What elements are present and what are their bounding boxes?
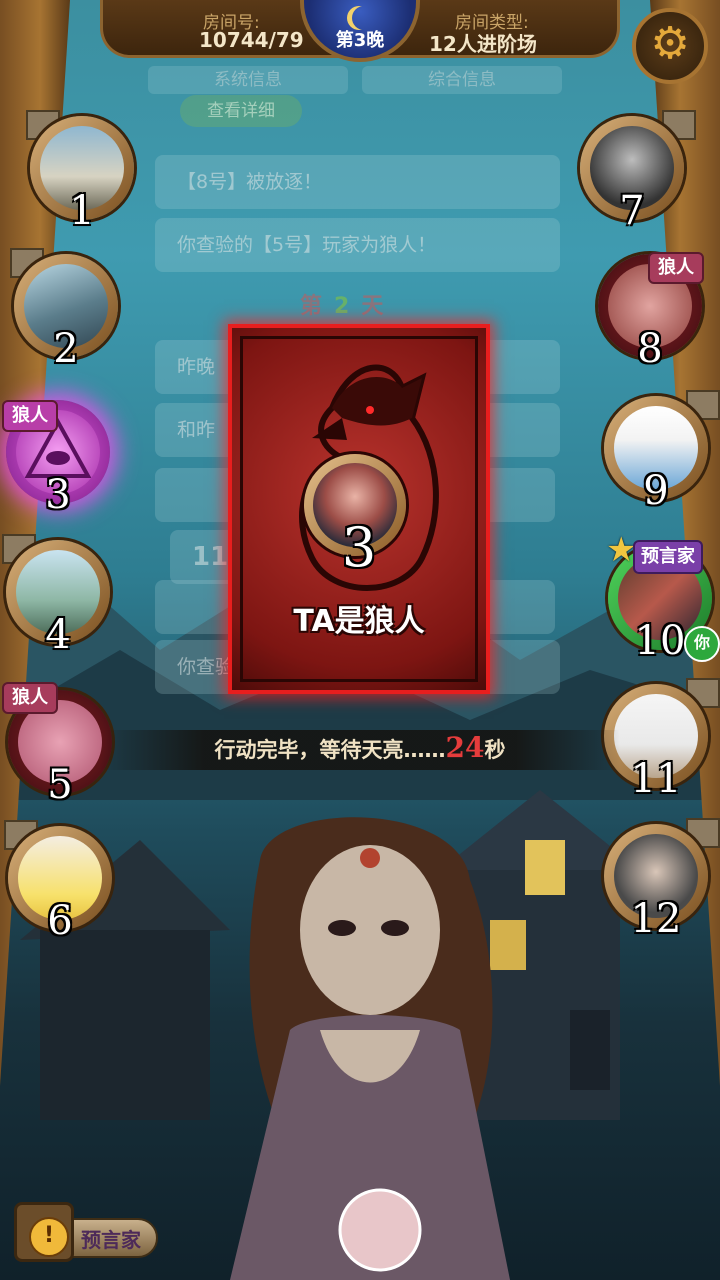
- seat-number: 3: [45, 472, 71, 518]
- my-role-button[interactable]: 预言家 !: [14, 1202, 158, 1264]
- room-id-value: 10744/79: [199, 28, 304, 52]
- player-seat-2[interactable]: 2: [10, 248, 118, 372]
- seat-number: 5: [47, 762, 73, 808]
- seer-tag: 预言家: [633, 540, 703, 574]
- player-seat-7[interactable]: 7: [580, 110, 696, 234]
- seat-number: 12: [630, 896, 682, 942]
- player-seat-6[interactable]: 6: [4, 820, 112, 944]
- werewolf-tag: 狼人: [2, 682, 58, 714]
- seconds-unit: 秒: [484, 738, 506, 762]
- exclamation-icon: !: [29, 1217, 69, 1257]
- day-prefix: 第: [300, 294, 335, 319]
- action-status-bar: 行动完毕，等待天亮……24秒: [100, 730, 620, 770]
- sheriff-badge-icon: ★: [606, 530, 637, 570]
- tab-system-info[interactable]: 系统信息: [148, 66, 348, 94]
- player-seat-9[interactable]: 9: [604, 390, 720, 514]
- seat-number: 6: [47, 898, 73, 944]
- seat-number: 8: [637, 326, 663, 372]
- room-type-value: 12人进阶场: [429, 32, 537, 56]
- check-result-text: TA是狼人: [293, 604, 425, 639]
- check-result-card: 3 TA是狼人: [228, 324, 490, 694]
- seat-number: 9: [643, 468, 669, 514]
- status-text: 行动完毕，等待天亮……: [214, 738, 446, 762]
- view-details-button[interactable]: 查看详细: [180, 95, 302, 127]
- werewolf-tag: 狼人: [648, 252, 704, 284]
- player-seat-1[interactable]: 1: [26, 110, 134, 234]
- gear-icon[interactable]: ⚙: [632, 8, 708, 84]
- seat-number: 7: [619, 188, 645, 234]
- werewolf-tag: 狼人: [2, 400, 58, 432]
- role-card-badge: !: [14, 1202, 74, 1262]
- countdown-seconds: 24: [445, 731, 485, 764]
- seat-number: 4: [45, 612, 71, 658]
- day-number: 2: [334, 294, 362, 319]
- log-message: 你查验的【5号】玩家为狼人！: [155, 218, 560, 272]
- player-seat-4[interactable]: 4: [2, 534, 110, 658]
- tab-general-info[interactable]: 综合信息: [362, 66, 562, 94]
- player-seat-12[interactable]: 12: [604, 818, 720, 942]
- seer-character-art: [230, 817, 510, 1280]
- checked-player-number: 3: [341, 516, 377, 579]
- day-heading: 第2天: [300, 288, 395, 320]
- seat-number: 1: [69, 188, 95, 234]
- seat-number: 2: [53, 326, 79, 372]
- you-badge: 你: [684, 626, 720, 662]
- day-suffix: 天: [361, 294, 396, 319]
- game-stage: 系统信息 综合信息 查看详细 【8号】被放逐！ 你查验的【5号】玩家为狼人！ 第…: [0, 0, 720, 1280]
- night-label: 第3晚: [335, 30, 385, 51]
- log-message: 【8号】被放逐！: [155, 155, 560, 209]
